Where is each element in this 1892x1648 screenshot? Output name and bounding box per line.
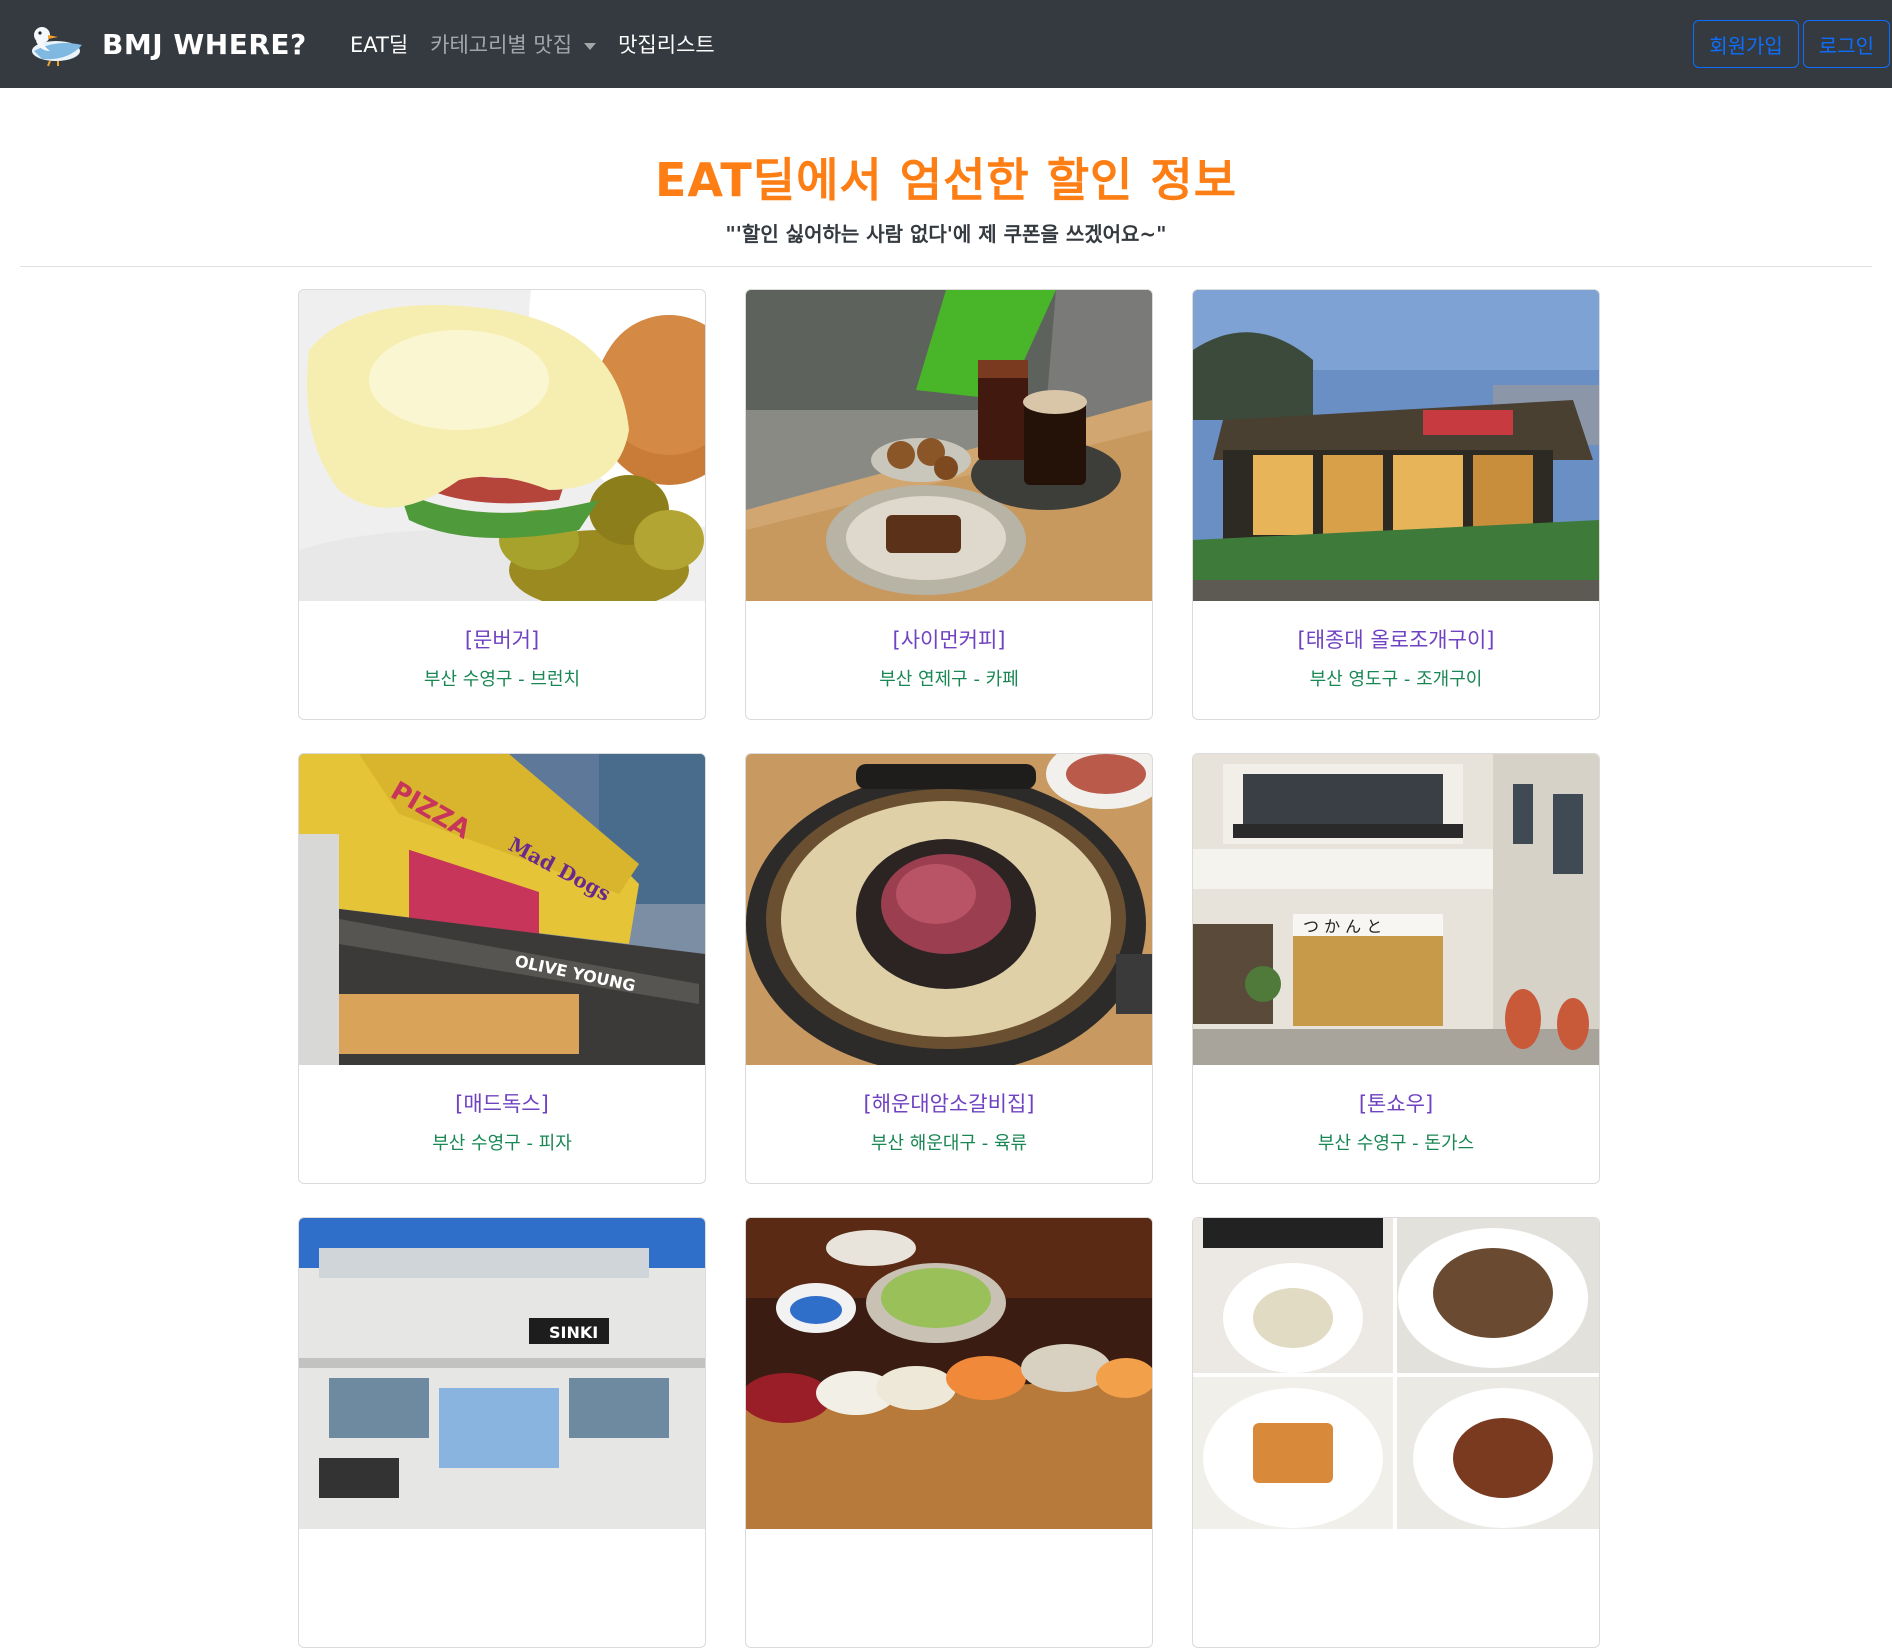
restaurant-card[interactable]: [태종대 올로조개구이] 부산 영도구 - 조개구이 [1192,289,1600,720]
card-location-category: 부산 연제구 - 카페 [879,669,1019,690]
login-button[interactable]: 로그인 [1802,20,1890,68]
main-nav: EAT딜 카테고리별 맛집 맛집리스트 [350,0,737,88]
brand-name: BMJ WHERE? [102,27,307,61]
restaurant-card[interactable] [1192,1217,1600,1648]
card-location-category: 부산 영도구 - 조개구이 [1309,669,1483,690]
card-location-category: 부산 수영구 - 돈가스 [1317,1133,1475,1154]
brand-link[interactable]: BMJ WHERE? [28,18,307,70]
auth-actions: 회원가입 로그인 [1689,20,1890,68]
card-photo-sinki-building: SINKI [299,1218,705,1529]
seagull-logo-icon [32,27,82,67]
card-photo-beef-noodles [746,754,1152,1065]
card-title: [톤쇼우] [1358,1092,1434,1116]
card-photo-plates-collage [1193,1218,1599,1529]
card-photo-clam-grill [1193,290,1599,601]
restaurant-card[interactable]: つ か ん と [톤쇼우] 부산 수영구 - 돈가스 [1192,753,1600,1184]
nav-restaurant-list[interactable]: 맛집리스트 [618,29,715,59]
caret-down-icon [584,42,597,50]
top-navbar: BMJ WHERE? EAT딜 카테고리별 맛집 맛집리스트 회원가입 로그인 [0,0,1892,88]
card-location-category: 부산 수영구 - 피자 [432,1133,572,1154]
card-photo-burger [299,290,705,601]
nav-category-label: 카테고리별 맛집 [430,33,573,57]
signup-button[interactable]: 회원가입 [1693,20,1799,68]
card-title: [사이먼커피] [892,628,1006,652]
card-title: [매드독스] [455,1092,549,1116]
page-title: EAT딜에서 엄선한 할인 정보 [654,153,1238,207]
restaurant-card[interactable]: [해운대암소갈비집] 부산 해운대구 - 육류 [745,753,1153,1184]
card-photo-pizza-building: PIZZA Mad Dogs OLIVE YOUNG [299,754,705,1065]
restaurant-card[interactable] [745,1217,1153,1648]
restaurant-card[interactable]: [사이먼커피] 부산 연제구 - 카페 [745,289,1153,720]
card-title: [태종대 올로조개구이] [1297,628,1495,652]
card-photo-coffee [746,290,1152,601]
header-divider [20,266,1872,267]
card-title: [문버거] [464,628,540,652]
card-photo-tonkatsu-building: つ か ん と [1193,754,1599,1065]
page-subtitle: "'할인 싫어하는 사람 없다'에 제 쿠폰을 쓰겠어요~" [725,222,1167,246]
restaurant-card[interactable]: [문버거] 부산 수영구 - 브런치 [298,289,706,720]
tonshou-sign-text: つ か ん と [1303,917,1382,936]
card-title: [해운대암소갈비집] [863,1092,1035,1116]
restaurant-card[interactable]: SINKI [298,1217,706,1648]
sinki-sign-text: SINKI [549,1323,598,1342]
restaurant-card[interactable]: PIZZA Mad Dogs OLIVE YOUNG [매드독스] 부산 수영구… [298,753,706,1184]
nav-category-dropdown[interactable]: 카테고리별 맛집 [430,29,597,59]
card-location-category: 부산 수영구 - 브런치 [423,669,581,690]
card-photo-sushi [746,1218,1152,1529]
card-location-category: 부산 해운대구 - 육류 [870,1133,1028,1154]
nav-eat-deal[interactable]: EAT딜 [350,29,408,59]
